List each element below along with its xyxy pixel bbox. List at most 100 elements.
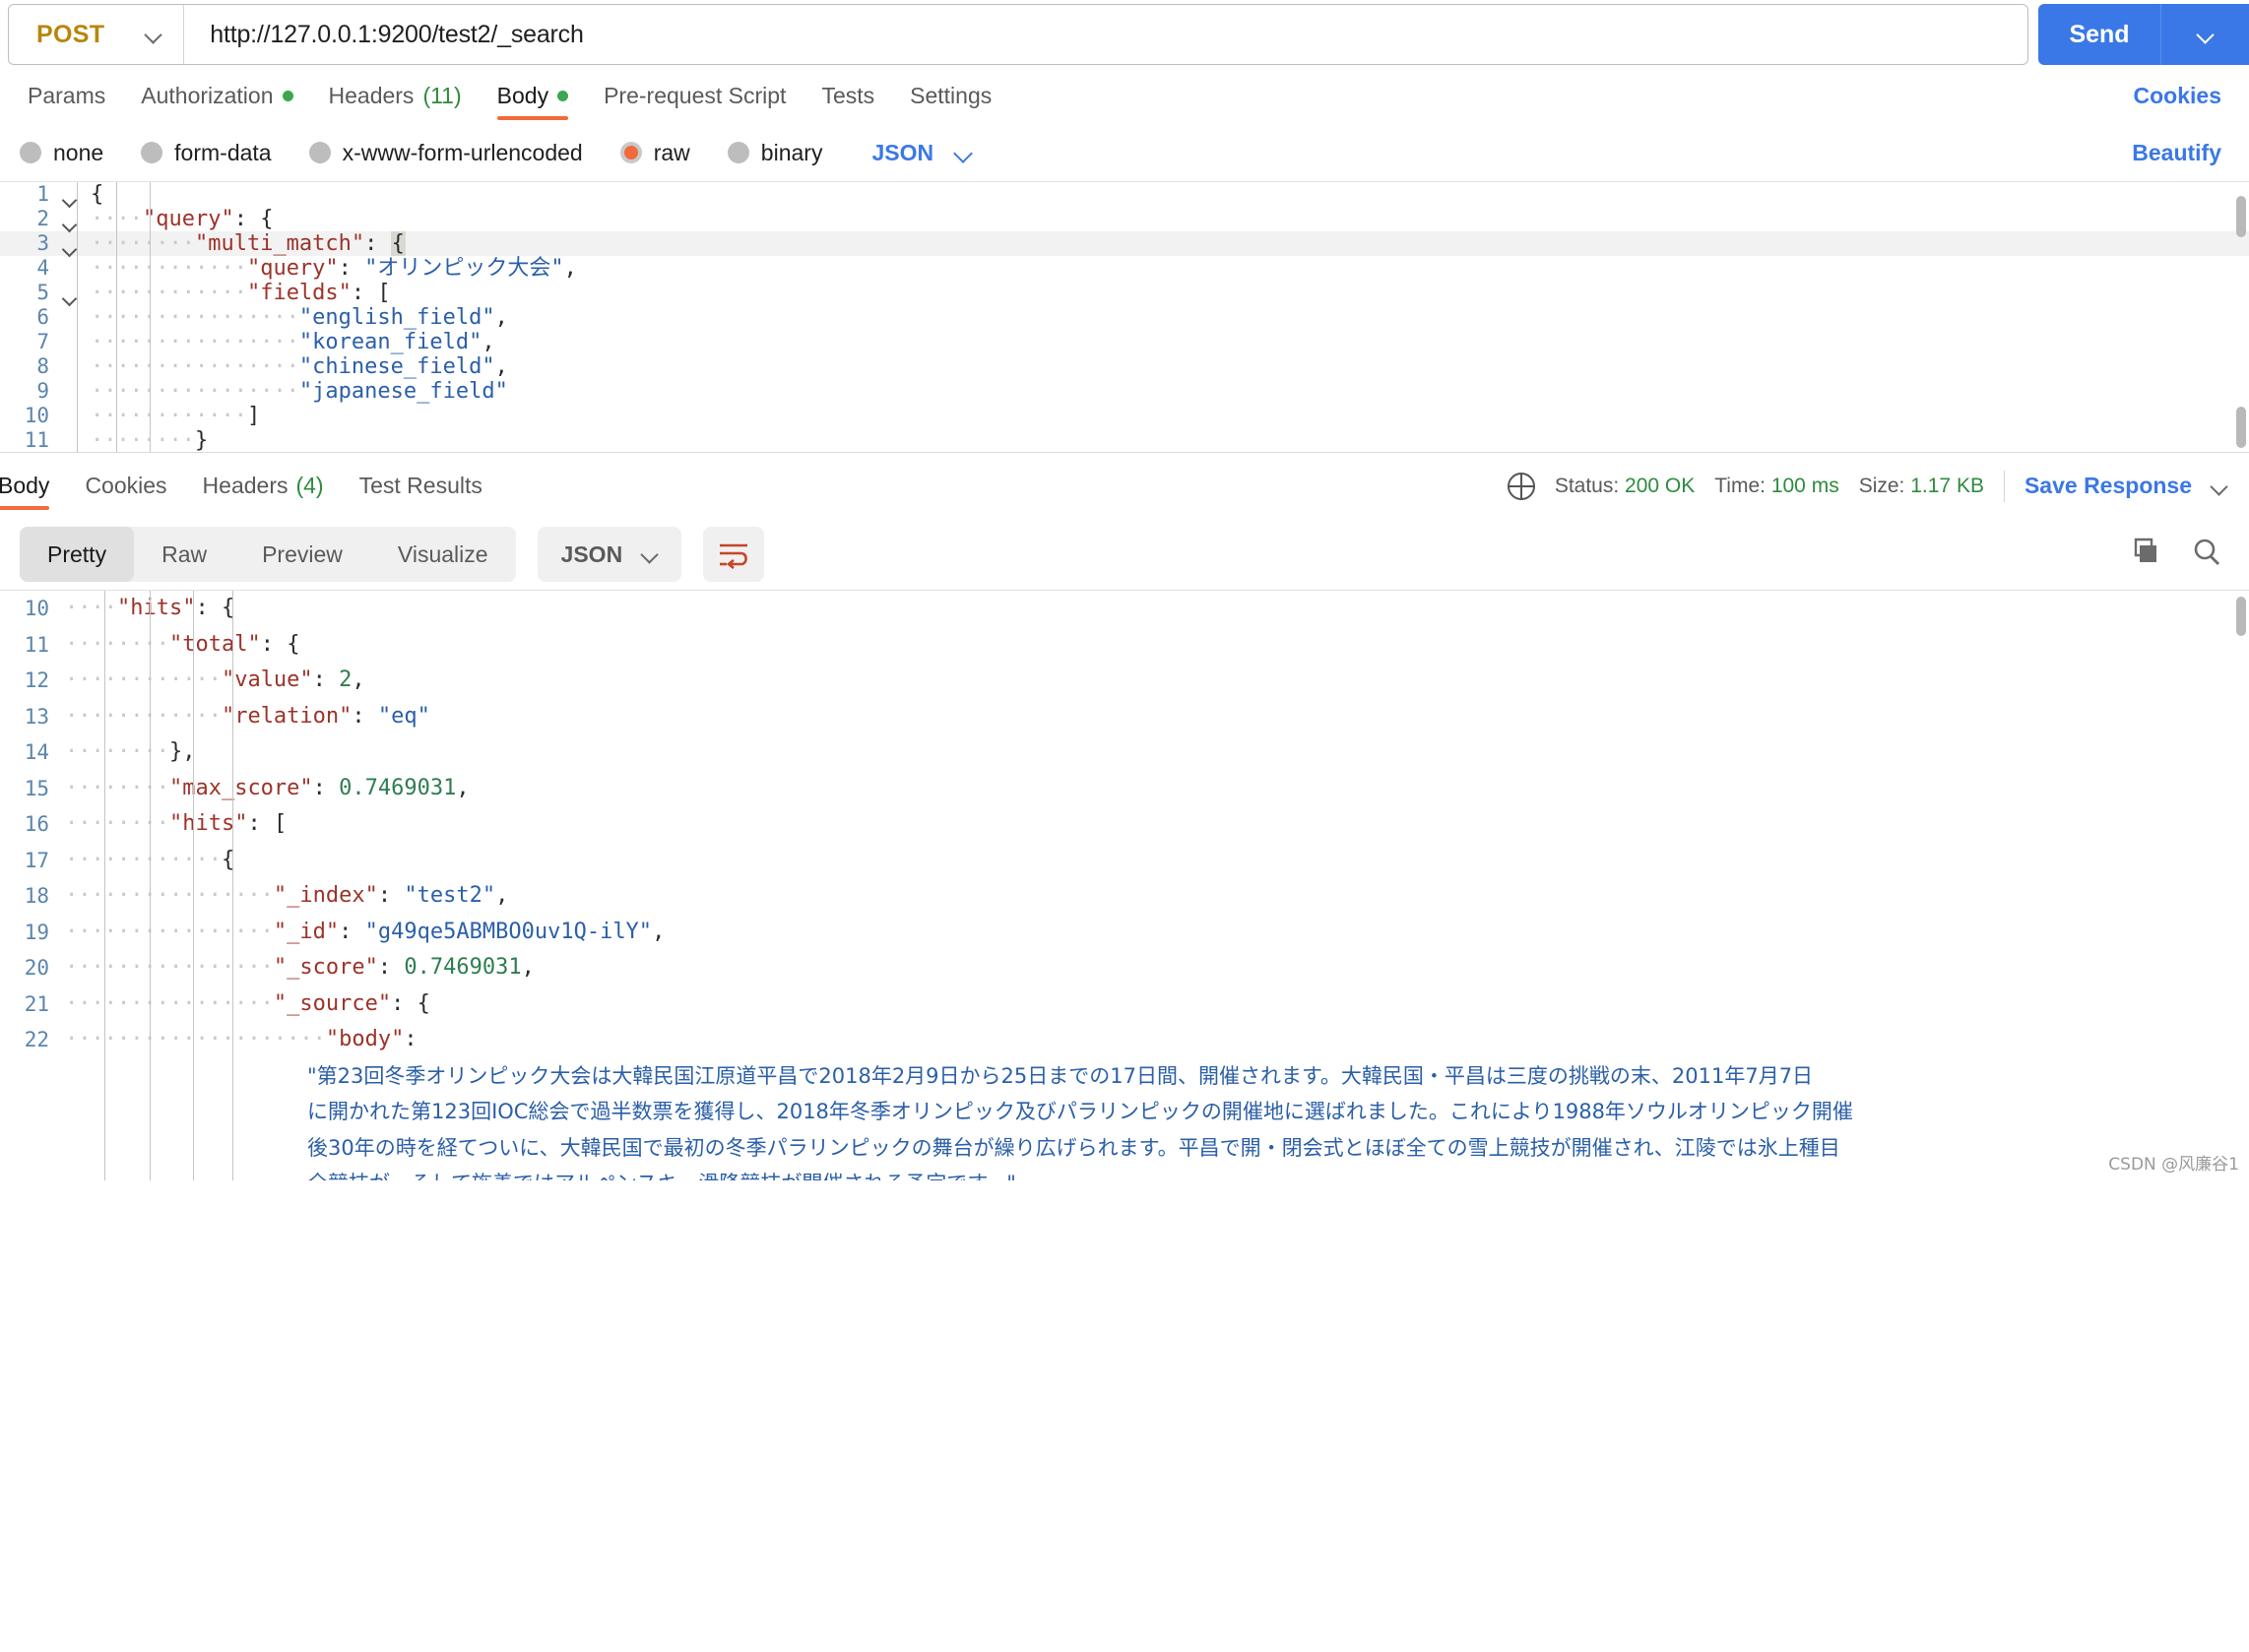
code-text: ········"multi_match": { bbox=[87, 231, 406, 256]
tab-label: Authorization bbox=[141, 83, 273, 109]
view-mode-raw[interactable]: Raw bbox=[134, 527, 234, 582]
body-type-label: raw bbox=[654, 140, 690, 166]
radio-icon bbox=[309, 142, 331, 163]
response-tabs: Body Cookies Headers (4) Test Results bbox=[0, 453, 500, 520]
code-line[interactable]: 3········"multi_match": { bbox=[0, 231, 2249, 256]
code-line[interactable]: 9················"japanese_field" bbox=[0, 379, 2249, 404]
code-line[interactable]: 20················"_score": 0.7469031, bbox=[0, 950, 2249, 986]
status-dot-icon bbox=[557, 91, 568, 101]
url-bar: POST http://127.0.0.1:9200/test2/_search… bbox=[0, 0, 2249, 67]
code-line[interactable]: 7················"korean_field", bbox=[0, 330, 2249, 354]
line-number: 16 bbox=[0, 806, 61, 843]
beautify-button[interactable]: Beautify bbox=[2132, 140, 2221, 166]
word-wrap-button[interactable] bbox=[703, 527, 764, 582]
code-line[interactable]: 2····"query": { bbox=[0, 207, 2249, 231]
globe-icon[interactable] bbox=[1508, 473, 1535, 500]
send-button[interactable]: Send bbox=[2038, 4, 2160, 65]
code-text: ········"max_score": 0.7469031, bbox=[61, 771, 470, 807]
chevron-down-icon[interactable] bbox=[2212, 478, 2227, 494]
code-text: ········"hits": [ bbox=[61, 806, 287, 843]
request-tabs: Params Authorization Headers (11) Body P… bbox=[0, 67, 2249, 124]
code-line[interactable]: 5············"fields": [ bbox=[0, 281, 2249, 305]
code-line[interactable]: 21················"_source": { bbox=[0, 986, 2249, 1023]
code-line[interactable]: 19················"_id": "g49qe5ABMBO0uv… bbox=[0, 915, 2249, 951]
line-number: 7 bbox=[0, 330, 61, 354]
response-toolbar: Pretty Raw Preview Visualize JSON bbox=[0, 519, 2249, 590]
send-options-button[interactable] bbox=[2160, 4, 2249, 65]
code-line[interactable]: 15········"max_score": 0.7469031, bbox=[0, 771, 2249, 807]
body-type-form-data[interactable]: form-data bbox=[141, 140, 271, 166]
code-line[interactable]: 4············"query": "オリンピック大会", bbox=[0, 256, 2249, 281]
url-input[interactable]: http://127.0.0.1:9200/test2/_search bbox=[184, 21, 583, 49]
request-editor-scrollbar[interactable] bbox=[2231, 182, 2249, 452]
response-format-dropdown[interactable]: JSON bbox=[538, 527, 682, 582]
tab-body[interactable]: Body bbox=[480, 67, 586, 124]
tab-pre-request-script[interactable]: Pre-request Script bbox=[586, 67, 803, 124]
http-method-dropdown[interactable]: POST bbox=[9, 5, 184, 64]
response-body-editor[interactable]: 10····"hits": {11········"total": {12···… bbox=[0, 590, 2249, 1180]
response-tab-body[interactable]: Body bbox=[0, 453, 67, 520]
code-line[interactable]: 8················"chinese_field", bbox=[0, 354, 2249, 379]
time-label: Time: bbox=[1714, 475, 1766, 497]
tab-params[interactable]: Params bbox=[10, 67, 123, 124]
tab-label: Test Results bbox=[359, 473, 482, 499]
body-type-label: form-data bbox=[174, 140, 271, 166]
view-mode-preview[interactable]: Preview bbox=[234, 527, 370, 582]
code-line[interactable]: 16········"hits": [ bbox=[0, 806, 2249, 843]
response-editor-scrollbar[interactable] bbox=[2231, 591, 2249, 1180]
raw-format-label: JSON bbox=[871, 140, 933, 166]
tab-headers[interactable]: Headers (11) bbox=[311, 67, 480, 124]
tab-authorization[interactable]: Authorization bbox=[123, 67, 310, 124]
code-line[interactable]: 17············{ bbox=[0, 843, 2249, 879]
tab-label: Body bbox=[0, 473, 49, 499]
tab-label: Params bbox=[28, 83, 105, 109]
code-line[interactable]: 14········}, bbox=[0, 734, 2249, 771]
request-body-editor[interactable]: 1{2····"query": {3········"multi_match":… bbox=[0, 181, 2249, 452]
line-number: 8 bbox=[0, 354, 61, 379]
radio-selected-icon bbox=[620, 142, 642, 163]
line-number: 10 bbox=[0, 404, 61, 428]
line-number: 11 bbox=[0, 627, 61, 664]
code-line[interactable]: 6················"english_field", bbox=[0, 305, 2249, 330]
copy-button[interactable] bbox=[2127, 537, 2160, 573]
cookies-link[interactable]: Cookies bbox=[2134, 83, 2221, 109]
code-text: ····"query": { bbox=[87, 207, 273, 231]
radio-icon bbox=[141, 142, 162, 163]
response-format-label: JSON bbox=[561, 541, 623, 568]
line-number: 22 bbox=[0, 1022, 61, 1058]
divider bbox=[2004, 471, 2005, 502]
line-number: 9 bbox=[0, 379, 61, 404]
response-tab-cookies[interactable]: Cookies bbox=[67, 453, 184, 520]
tab-label: Body bbox=[497, 83, 548, 109]
response-tab-test-results[interactable]: Test Results bbox=[342, 453, 500, 520]
search-button[interactable] bbox=[2190, 537, 2223, 573]
line-number: 14 bbox=[0, 734, 61, 771]
code-line[interactable]: 22····················"body": bbox=[0, 1022, 2249, 1058]
code-text: ················"_id": "g49qe5ABMBO0uv1Q… bbox=[61, 915, 665, 951]
body-type-binary[interactable]: binary bbox=[728, 140, 823, 166]
code-line[interactable]: 11········} bbox=[0, 428, 2249, 452]
code-line[interactable]: 10····"hits": { bbox=[0, 591, 2249, 627]
body-type-urlencoded[interactable]: x-www-form-urlencoded bbox=[309, 140, 583, 166]
response-tab-headers[interactable]: Headers (4) bbox=[185, 453, 342, 520]
code-text: ············"value": 2, bbox=[61, 663, 365, 699]
view-mode-pretty[interactable]: Pretty bbox=[20, 527, 134, 582]
tab-tests[interactable]: Tests bbox=[803, 67, 892, 124]
code-line[interactable]: 10············] bbox=[0, 404, 2249, 428]
code-line[interactable]: 13············"relation": "eq" bbox=[0, 699, 2249, 735]
code-line[interactable]: 12············"value": 2, bbox=[0, 663, 2249, 699]
response-toolbar-actions bbox=[2127, 537, 2223, 573]
body-type-raw[interactable]: raw bbox=[620, 140, 690, 166]
save-response-button[interactable]: Save Response bbox=[2024, 473, 2192, 499]
line-number: 17 bbox=[0, 843, 61, 879]
line-number: 4 bbox=[0, 256, 61, 281]
body-type-none[interactable]: none bbox=[20, 140, 103, 166]
code-line[interactable]: 18················"_index": "test2", bbox=[0, 878, 2249, 915]
code-line[interactable]: 11········"total": { bbox=[0, 627, 2249, 664]
code-line[interactable]: 1{ bbox=[0, 182, 2249, 207]
view-mode-visualize[interactable]: Visualize bbox=[370, 527, 516, 582]
url-input-box[interactable]: POST http://127.0.0.1:9200/test2/_search bbox=[8, 4, 2028, 65]
tab-settings[interactable]: Settings bbox=[892, 67, 1009, 124]
raw-format-dropdown[interactable]: JSON bbox=[871, 140, 971, 166]
body-type-row: none form-data x-www-form-urlencoded raw… bbox=[0, 124, 2249, 181]
